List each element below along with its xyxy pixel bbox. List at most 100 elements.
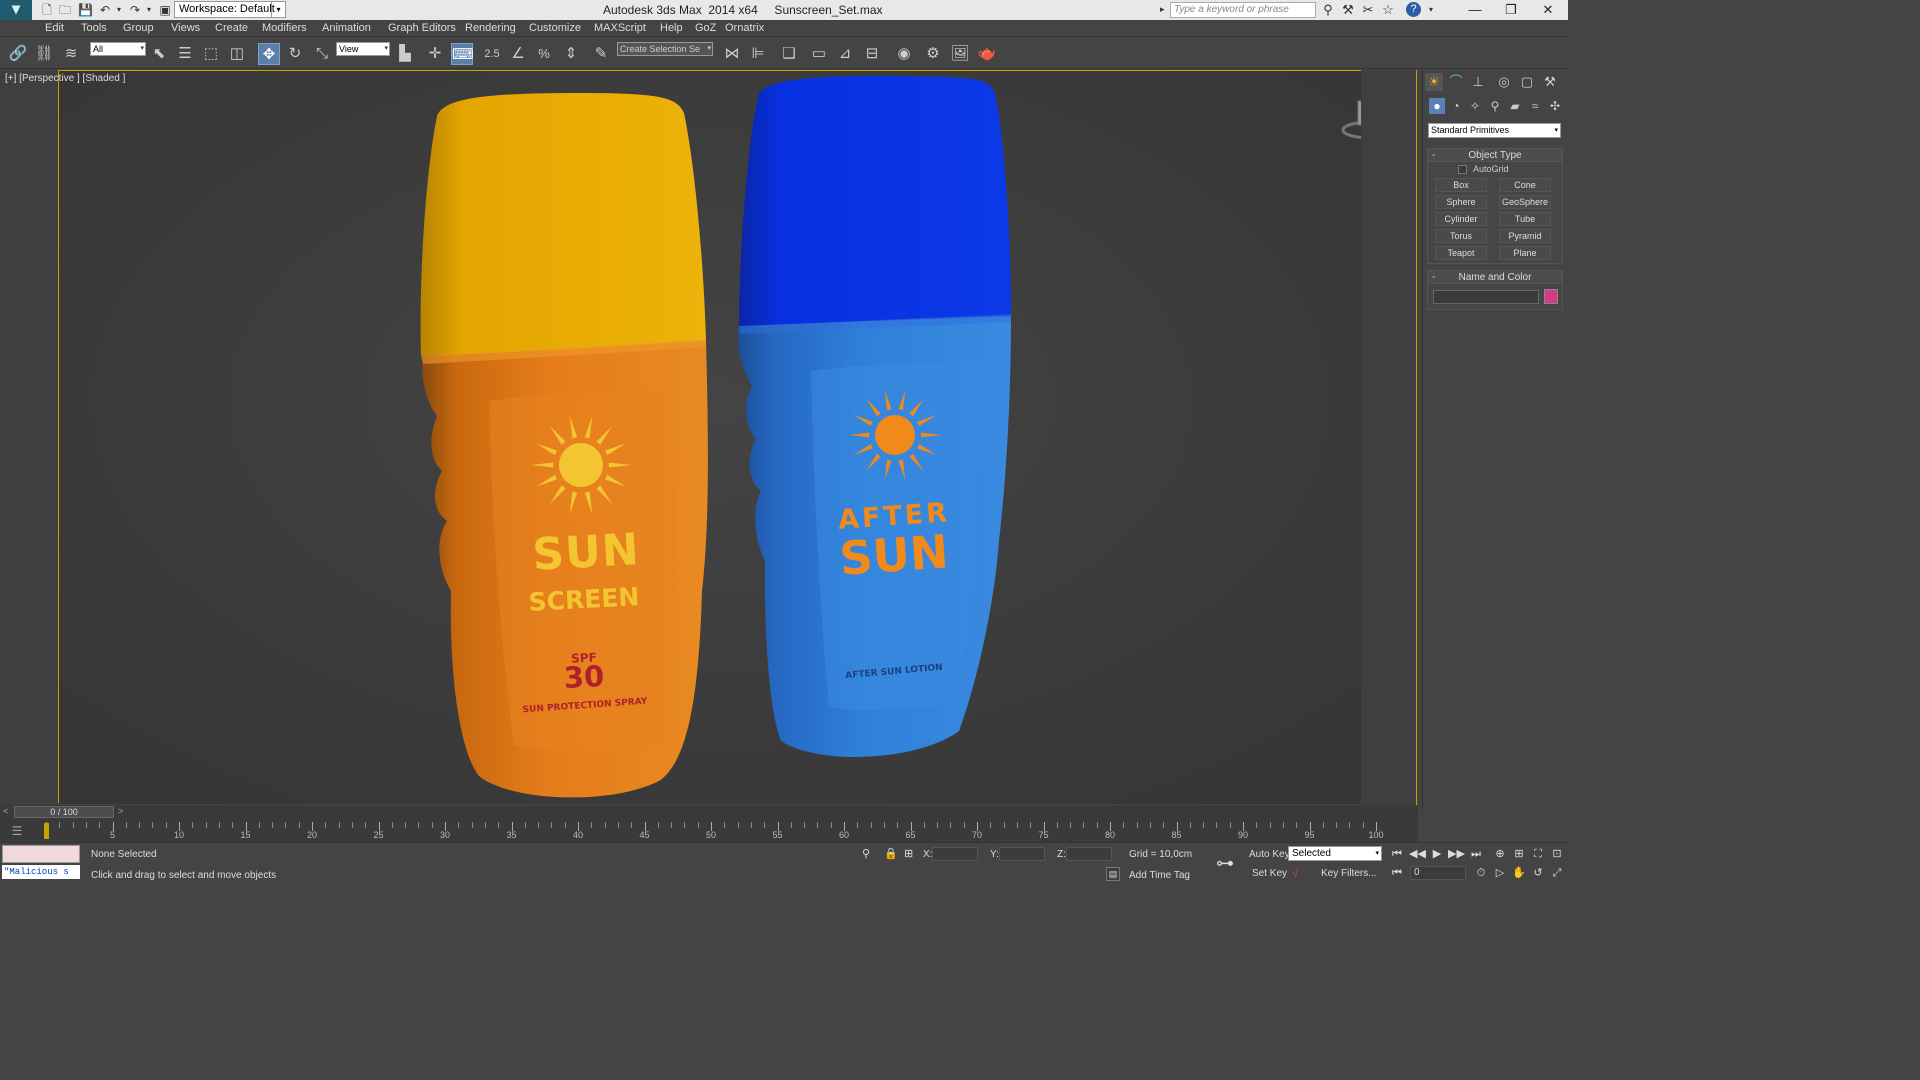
keyboard-shortcut-override-icon[interactable]: ⌨ xyxy=(451,43,474,65)
select-object-icon[interactable]: ⬉ xyxy=(148,43,170,65)
add-time-tag-icon[interactable]: ▤ xyxy=(1106,867,1120,881)
select-and-scale-icon[interactable]: ⤡ xyxy=(311,43,333,65)
material-editor-icon[interactable]: ◉ xyxy=(893,43,915,65)
zoom-all-icon[interactable]: ⊞ xyxy=(1511,846,1527,862)
teapot-button[interactable]: Teapot xyxy=(1435,246,1487,260)
pivot-center-icon[interactable]: ▙ xyxy=(394,43,416,65)
add-time-tag-label[interactable]: Add Time Tag xyxy=(1129,870,1190,881)
binoculars-icon[interactable]: ⚲ xyxy=(1320,2,1336,18)
maxscript-mini-listener[interactable] xyxy=(2,845,80,863)
menu-edit[interactable]: Edit xyxy=(45,22,64,34)
primitive-category-dropdown[interactable]: Standard Primitives ▾ xyxy=(1428,123,1561,138)
geometry-icon[interactable]: ● xyxy=(1429,98,1445,114)
maximize-button[interactable]: ❐ xyxy=(1493,0,1529,20)
maximize-viewport-icon[interactable]: ⤢ xyxy=(1549,865,1565,881)
viewport-label[interactable]: [+] [Perspective ] [Shaded ] xyxy=(5,73,125,84)
selection-lock-icon[interactable]: 🔒 xyxy=(884,847,898,860)
zoom-extents-all-icon[interactable]: ⊡ xyxy=(1549,846,1565,862)
aftersun-bottle[interactable] xyxy=(737,75,1011,758)
subscription-icon[interactable]: ⚒ xyxy=(1340,2,1356,18)
systems-icon[interactable]: ✣ xyxy=(1547,98,1563,114)
display-tab-icon[interactable]: ▢ xyxy=(1518,73,1536,91)
pan-view-icon[interactable]: ✋ xyxy=(1511,865,1527,881)
auto-key-button[interactable]: Auto Key xyxy=(1249,849,1290,860)
zoom-icon[interactable]: ⊕ xyxy=(1492,846,1508,862)
snaps-toggle-icon[interactable]: 2.5 xyxy=(481,43,503,65)
align-icon[interactable]: ⊫ xyxy=(747,43,769,65)
go-to-end-icon[interactable]: ⏭ xyxy=(1468,846,1484,862)
undo-icon[interactable]: ↶ xyxy=(98,3,112,17)
render-setup-icon[interactable]: ⚙ xyxy=(922,43,944,65)
pyramid-button[interactable]: Pyramid xyxy=(1499,229,1551,243)
schematic-view-icon[interactable]: ⊟ xyxy=(861,43,883,65)
selection-filter-dropdown[interactable]: All ▾ xyxy=(90,42,146,56)
box-button[interactable]: Box xyxy=(1435,178,1487,192)
menu-customize[interactable]: Customize xyxy=(529,22,581,34)
angle-snap-icon[interactable]: ∠ xyxy=(507,43,529,65)
previous-frame-icon[interactable]: < xyxy=(3,806,8,816)
sphere-button[interactable]: Sphere xyxy=(1435,195,1487,209)
mini-curve-editor-icon[interactable]: ☰ xyxy=(9,824,25,838)
open-file-icon[interactable]: 🗀 xyxy=(58,3,72,17)
menu-graph-editors[interactable]: Graph Editors xyxy=(388,22,456,34)
next-frame-icon[interactable]: > xyxy=(118,806,123,816)
save-file-icon[interactable]: 💾 xyxy=(78,3,93,17)
track-bar[interactable]: ☰ 5 10 15 20 25 30 35 40 45 50 55 60 65 70 75 80 85 90 95 1… xyxy=(0,820,1418,842)
set-key-mode-icon[interactable]: ⊶ xyxy=(1216,853,1234,874)
window-crossing-icon[interactable]: ◫ xyxy=(226,43,248,65)
name-and-color-header[interactable]: - Name and Color xyxy=(1428,271,1562,284)
set-key-button[interactable]: Set Key xyxy=(1252,868,1287,879)
time-configuration-icon[interactable]: ⏱ xyxy=(1473,865,1489,881)
modify-tab-icon[interactable]: ⌒ xyxy=(1447,73,1465,91)
select-and-link-icon[interactable]: 🔗 xyxy=(7,43,29,65)
z-coord-field[interactable] xyxy=(1066,847,1112,861)
search-input[interactable]: Type a keyword or phrase xyxy=(1170,2,1316,18)
geosphere-button[interactable]: GeoSphere xyxy=(1499,195,1551,209)
time-slider-thumb[interactable]: 0 / 100 xyxy=(14,806,114,818)
key-filters-button[interactable]: Key Filters... xyxy=(1321,868,1377,879)
key-mode-dropdown[interactable]: Selected ▾ xyxy=(1288,846,1382,861)
reference-coordinate-dropdown[interactable]: View ▾ xyxy=(336,42,390,56)
graphite-ribbon-icon[interactable]: ▭ xyxy=(808,43,830,65)
helpers-icon[interactable]: ▰ xyxy=(1507,98,1523,114)
autogrid-checkbox[interactable] xyxy=(1458,165,1467,174)
menu-modifiers[interactable]: Modifiers xyxy=(262,22,307,34)
favorites-icon[interactable]: ☆ xyxy=(1380,2,1396,18)
menu-tools[interactable]: Tools xyxy=(81,22,107,34)
isolate-icon[interactable]: ⚲ xyxy=(862,847,870,860)
go-to-start-icon[interactable]: ⏮ xyxy=(1389,846,1405,862)
project-folder-icon[interactable]: ▣ xyxy=(158,3,172,17)
object-name-field[interactable] xyxy=(1433,290,1539,304)
menu-goz[interactable]: GoZ xyxy=(695,22,716,34)
hierarchy-tab-icon[interactable]: ⊥ xyxy=(1469,73,1487,91)
next-frame-button[interactable]: ▶▶ xyxy=(1448,846,1465,862)
help-dropdown-icon[interactable]: ▾ xyxy=(1423,2,1439,18)
search-expand-icon[interactable]: ▸ xyxy=(1160,4,1165,15)
named-selection-dropdown[interactable]: Create Selection Se ▾ xyxy=(617,42,713,56)
previous-frame-button[interactable]: ◀◀ xyxy=(1409,846,1426,862)
current-frame-field[interactable]: 0 xyxy=(1410,866,1466,880)
menu-maxscript[interactable]: MAXScript xyxy=(594,22,646,34)
orbit-icon[interactable]: ↺ xyxy=(1530,865,1546,881)
absolute-mode-icon[interactable]: ⊞ xyxy=(904,847,913,860)
select-and-manipulate-icon[interactable]: ✛ xyxy=(424,43,446,65)
tube-button[interactable]: Tube xyxy=(1499,212,1551,226)
cameras-icon[interactable]: ⚲ xyxy=(1487,98,1503,114)
redo-icon[interactable]: ↷ xyxy=(128,3,142,17)
workspace-dropdown[interactable]: Workspace: Default ▾ xyxy=(174,1,286,18)
key-mode-toggle-icon[interactable]: ⏮ xyxy=(1389,865,1405,881)
new-file-icon[interactable]: 🗋 xyxy=(40,3,54,17)
layer-manager-icon[interactable]: ❏ xyxy=(778,43,800,65)
motion-tab-icon[interactable]: ◎ xyxy=(1495,73,1513,91)
communication-center-icon[interactable]: ✂ xyxy=(1360,2,1376,18)
redo-dropdown-icon[interactable]: ▾ xyxy=(142,3,156,17)
undo-dropdown-icon[interactable]: ▾ xyxy=(112,3,126,17)
field-of-view-icon[interactable]: ▷ xyxy=(1492,865,1508,881)
menu-views[interactable]: Views xyxy=(171,22,200,34)
select-by-name-icon[interactable]: ☰ xyxy=(174,43,196,65)
edit-named-selection-icon[interactable]: ✎ xyxy=(590,43,612,65)
menu-create[interactable]: Create xyxy=(215,22,248,34)
close-button[interactable]: ✕ xyxy=(1530,0,1566,20)
render-production-icon[interactable]: 🫖 xyxy=(976,43,998,65)
time-slider[interactable]: < 0 / 100 > xyxy=(0,806,127,818)
